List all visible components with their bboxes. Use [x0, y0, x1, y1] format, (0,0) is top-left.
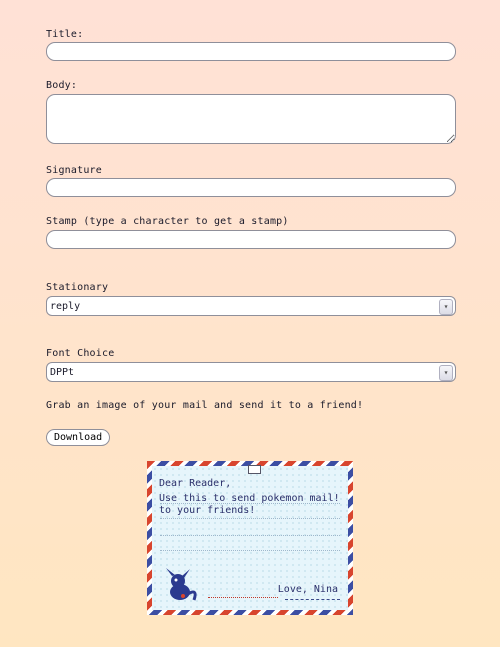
body-label: Body:: [46, 80, 78, 91]
mail-red-dotted-line: [208, 597, 278, 598]
mail-signature-underline: [285, 599, 340, 600]
pokemon-mascot-icon: [166, 568, 197, 601]
download-button[interactable]: Download: [46, 429, 111, 446]
chevron-down-icon[interactable]: ▾: [439, 299, 453, 315]
body-textarea[interactable]: [46, 94, 456, 144]
mail-ruled-line: [160, 518, 340, 519]
title-input[interactable]: [46, 42, 456, 61]
stamp-label: Stamp (type a character to get a stamp): [46, 216, 289, 227]
chevron-down-icon[interactable]: ▾: [439, 365, 453, 381]
title-label: Title:: [46, 29, 84, 40]
stationary-select[interactable]: reply ▾: [46, 296, 456, 316]
signature-label: Signature: [46, 165, 102, 176]
mail-line-3: to your friends!: [159, 505, 256, 516]
font-choice-selected-value: DPPt: [50, 366, 75, 378]
stationary-label: Stationary: [46, 282, 109, 293]
font-choice-select[interactable]: DPPt ▾: [46, 362, 456, 382]
mail-paper: Dear Reader, Use this to send pokemon ma…: [152, 465, 348, 610]
download-instruction: Grab an image of your mail and send it t…: [46, 400, 364, 411]
stationary-selected-value: reply: [50, 300, 81, 312]
stamp-input[interactable]: [46, 230, 456, 249]
mail-ruled-line: [160, 535, 340, 536]
mail-signature: Love, Nina: [277, 584, 338, 595]
font-choice-label: Font Choice: [46, 348, 115, 359]
mail-preview: Dear Reader, Use this to send pokemon ma…: [147, 461, 353, 615]
signature-input[interactable]: [46, 178, 456, 197]
mail-ruled-line: [160, 550, 340, 551]
mail-line-1: Dear Reader,: [159, 478, 232, 489]
mail-ruled-line: [160, 503, 340, 504]
envelope-icon: [248, 465, 261, 474]
